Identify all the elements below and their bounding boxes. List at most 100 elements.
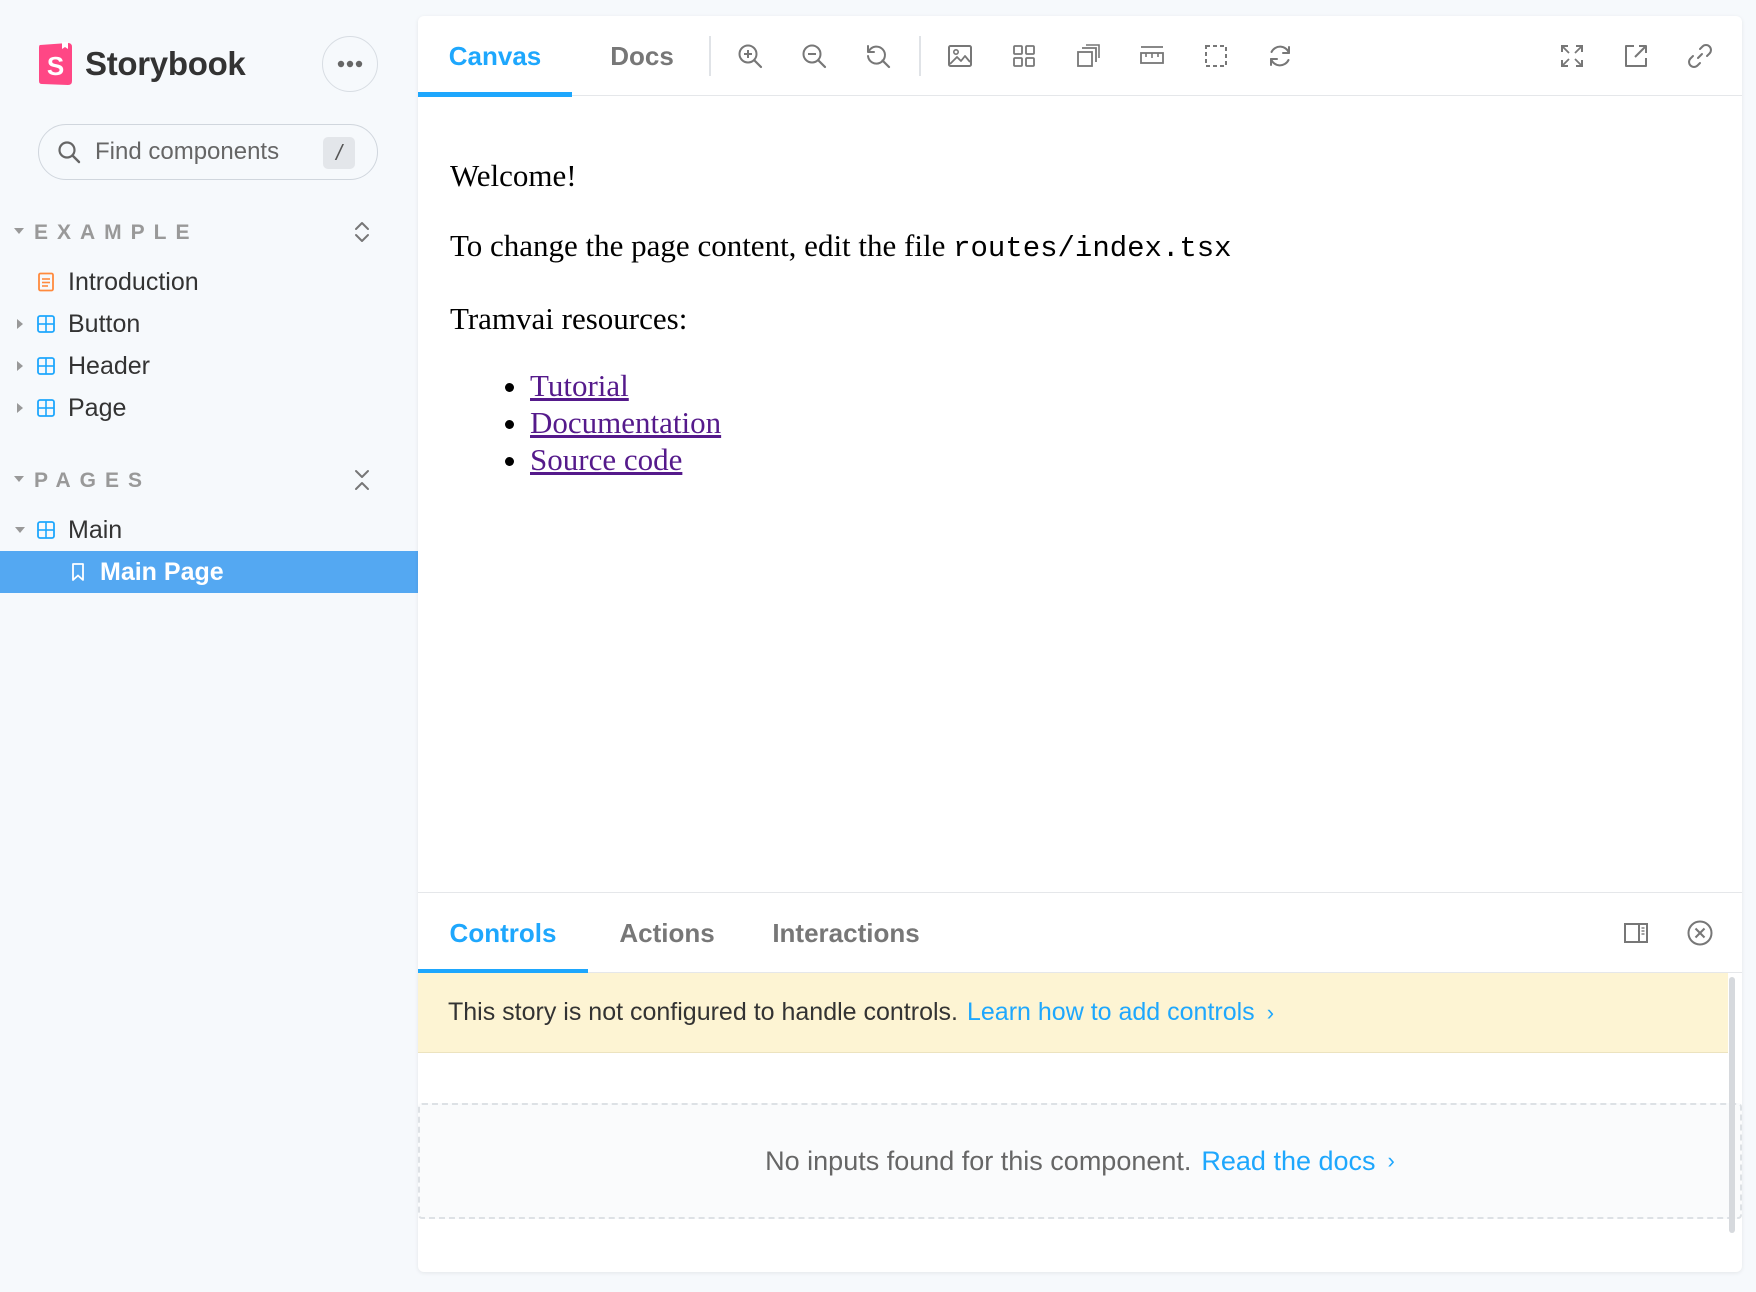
welcome-text: Welcome! <box>450 158 577 193</box>
caret-down-icon <box>15 527 25 533</box>
caret-right-icon <box>17 319 23 329</box>
read-docs-link[interactable]: Read the docs <box>1201 1146 1375 1177</box>
tutorial-link[interactable]: Tutorial <box>530 368 629 403</box>
close-panel-button[interactable] <box>1682 915 1718 951</box>
search-input[interactable] <box>95 138 305 166</box>
zoom-reset-icon <box>867 45 891 69</box>
group-title: EXAMPLE <box>34 221 199 244</box>
close-circle-icon <box>1687 920 1713 946</box>
scrollbar[interactable] <box>1729 977 1735 1233</box>
fullscreen-icon <box>1561 45 1583 67</box>
group-title: PAGES <box>34 469 151 492</box>
tab-controls[interactable]: Controls <box>418 893 588 974</box>
fullscreen-button[interactable] <box>1554 38 1590 74</box>
chevron-right-icon: › <box>1387 1148 1395 1173</box>
panel-orientation-button[interactable] <box>1618 915 1654 951</box>
viewport-icon <box>1077 44 1100 67</box>
toolbar-divider <box>709 36 711 76</box>
grid-button[interactable] <box>1006 38 1042 74</box>
expand-all-icon[interactable] <box>350 220 374 244</box>
caret-down-icon <box>14 476 24 482</box>
sidebar-item-label: Main <box>68 515 123 544</box>
sidebar-item-page[interactable]: Page <box>0 387 418 429</box>
tab-actions[interactable]: Actions <box>588 893 746 973</box>
sidebar-toggle-icon <box>1624 923 1648 943</box>
list-item: Documentation <box>530 404 1710 441</box>
grid-icon <box>1013 45 1035 67</box>
svg-text:S: S <box>47 51 64 81</box>
controls-notice: This story is not configured to handle c… <box>418 973 1728 1053</box>
outline-icon <box>1205 45 1227 67</box>
ellipsis-icon <box>337 60 363 68</box>
zoom-reset-button[interactable] <box>860 38 896 74</box>
addons-panel: Controls Actions Interactions This story… <box>418 892 1742 1272</box>
learn-controls-link[interactable]: Learn how to add controls <box>967 998 1255 1027</box>
caret-right-icon <box>17 403 23 413</box>
background-icon <box>948 45 972 67</box>
sidebar-item-label: Header <box>68 351 150 380</box>
measure-button[interactable] <box>1134 38 1170 74</box>
sidebar-item-label: Page <box>68 393 127 422</box>
main-panel: Canvas Docs Welcome! To change the page … <box>418 16 1742 1272</box>
file-path: routes/index.tsx <box>953 232 1232 265</box>
resources-list: Tutorial Documentation Source code <box>530 367 1710 478</box>
collapse-all-icon[interactable] <box>350 468 374 492</box>
source-code-link[interactable]: Source code <box>530 442 682 477</box>
viewport-button[interactable] <box>1070 38 1106 74</box>
caret-right-icon <box>17 361 23 371</box>
brand[interactable]: S Storybook <box>38 42 246 86</box>
empty-state: No inputs found for this component. Read… <box>418 1103 1742 1219</box>
component-icon <box>37 521 55 539</box>
sidebar-item-header[interactable]: Header <box>0 345 418 387</box>
sidebar-item-main[interactable]: Main <box>0 509 418 551</box>
more-menu-button[interactable] <box>322 36 378 92</box>
chevron-right-icon: › <box>1266 999 1275 1025</box>
story-canvas: Welcome! To change the page content, edi… <box>418 98 1742 890</box>
zoom-in-icon <box>738 44 763 69</box>
copy-link-button[interactable] <box>1682 38 1718 74</box>
group-pages[interactable]: PAGES <box>14 466 384 496</box>
outline-button[interactable] <box>1198 38 1234 74</box>
addons-tabbar: Controls Actions Interactions <box>418 893 1742 974</box>
list-item: Tutorial <box>530 367 1710 404</box>
sidebar: S Storybook / EXAMPLE Introduction <box>0 0 418 1292</box>
document-icon <box>38 272 54 292</box>
component-icon <box>37 357 55 375</box>
open-new-tab-button[interactable] <box>1618 38 1654 74</box>
group-example[interactable]: EXAMPLE <box>14 218 384 248</box>
remount-button[interactable] <box>1262 38 1298 74</box>
search-shortcut-badge: / <box>323 137 355 169</box>
search-box[interactable]: / <box>38 124 378 180</box>
background-button[interactable] <box>942 38 978 74</box>
tab-docs[interactable]: Docs <box>572 16 712 96</box>
sidebar-item-label: Introduction <box>68 267 199 296</box>
sidebar-item-introduction[interactable]: Introduction <box>0 261 418 303</box>
resources-title: Tramvai resources: <box>450 301 688 336</box>
bookmark-icon <box>72 563 84 581</box>
edit-text: To change the page content, edit the fil… <box>450 228 946 263</box>
list-item: Source code <box>530 441 1710 478</box>
notice-text: This story is not configured to handle c… <box>448 998 958 1026</box>
sidebar-item-label: Main Page <box>100 557 224 586</box>
brand-name: Storybook <box>85 45 246 82</box>
empty-text: No inputs found for this component. <box>765 1145 1192 1176</box>
zoom-out-icon <box>802 44 827 69</box>
open-new-tab-icon <box>1625 45 1647 67</box>
measure-icon <box>1140 46 1164 64</box>
search-icon <box>58 141 81 164</box>
toolbar-divider <box>919 36 921 76</box>
component-icon <box>37 315 55 333</box>
zoom-out-button[interactable] <box>796 38 832 74</box>
caret-down-icon <box>14 228 24 234</box>
tab-canvas[interactable]: Canvas <box>418 16 572 97</box>
remount-icon <box>1270 45 1290 67</box>
sidebar-item-main-page[interactable]: Main Page <box>0 551 418 593</box>
copy-link-icon <box>1688 44 1712 68</box>
zoom-in-button[interactable] <box>732 38 768 74</box>
storybook-logo: S <box>39 42 72 85</box>
tab-interactions[interactable]: Interactions <box>746 893 946 973</box>
sidebar-item-label: Button <box>68 309 141 338</box>
edit-instructions: To change the page content, edit the fil… <box>450 228 1710 265</box>
sidebar-item-button[interactable]: Button <box>0 303 418 345</box>
documentation-link[interactable]: Documentation <box>530 405 721 440</box>
